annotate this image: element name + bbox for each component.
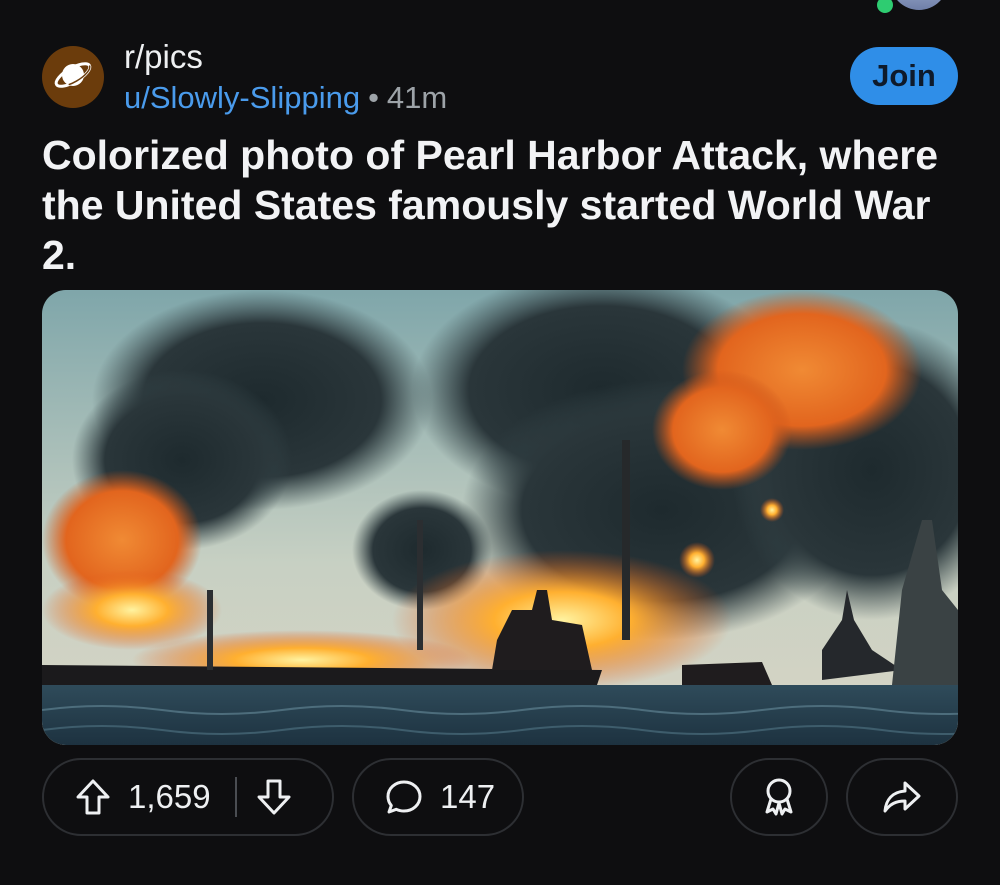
share-button[interactable] — [846, 758, 958, 836]
vote-control: 1,659 — [42, 758, 334, 836]
planet-icon — [51, 53, 95, 102]
arrow-down-icon[interactable] — [255, 777, 293, 817]
post-title[interactable]: Colorized photo of Pearl Harbor Attack, … — [42, 130, 942, 280]
speech-bubble-icon — [384, 777, 424, 817]
subreddit-icon[interactable] — [42, 46, 104, 108]
author-username[interactable]: u/Slowly-Slipping — [124, 80, 360, 115]
award-button[interactable] — [730, 758, 828, 836]
subreddit-name[interactable]: r/pics — [124, 38, 203, 76]
post-time: 41m — [386, 80, 448, 115]
online-status-indicator — [874, 0, 896, 16]
post-card: r/pics u/Slowly-Slipping • 41m Join Colori… — [0, 0, 1000, 885]
comment-count: 147 — [440, 778, 496, 815]
award-icon — [759, 776, 799, 818]
meta-separator: • — [368, 80, 379, 115]
user-avatar[interactable] — [890, 0, 948, 10]
join-button[interactable]: Join — [850, 47, 958, 105]
share-arrow-icon — [881, 778, 923, 816]
upvote-count: 1,659 — [128, 778, 211, 815]
post-meta: u/Slowly-Slipping • 41m — [124, 80, 447, 116]
comments-button[interactable]: 147 — [352, 758, 524, 836]
post-image[interactable] — [42, 290, 958, 745]
vote-divider — [234, 777, 237, 817]
arrow-up-icon[interactable] — [74, 777, 112, 817]
